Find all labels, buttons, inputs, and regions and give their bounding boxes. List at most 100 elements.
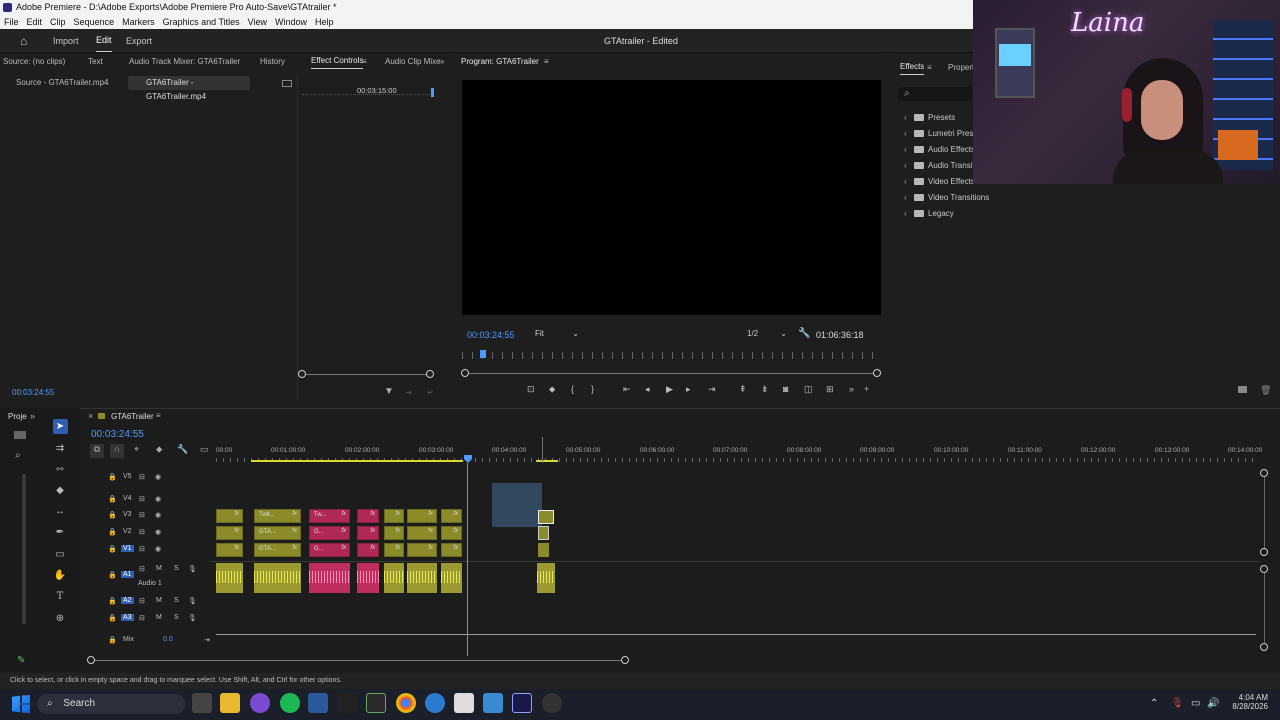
clip-v1[interactable]: fx	[441, 543, 462, 557]
eye-icon[interactable]: ◉	[155, 545, 161, 553]
clip-v1[interactable]: GTA... fx	[254, 543, 301, 557]
lock-icon[interactable]: 🔒	[108, 571, 117, 579]
panel-toggle-icon[interactable]	[282, 80, 292, 87]
clip-v1[interactable]: fx	[216, 543, 243, 557]
clip-v3[interactable]: Tw... fx	[309, 509, 350, 523]
more-tabs-icon[interactable]: »	[440, 54, 444, 70]
timeline-timecode[interactable]: 00:03:24:55	[91, 429, 144, 440]
solo-button[interactable]: S	[174, 614, 179, 621]
audio-clip[interactable]	[384, 563, 404, 593]
add-marker-timeline-icon[interactable]: ⬥	[156, 444, 162, 455]
task-view-icon[interactable]	[192, 693, 212, 713]
project-scrollbar[interactable]	[22, 474, 26, 624]
clip-v3[interactable]: fx	[384, 509, 404, 523]
step-back-icon[interactable]: ◂	[645, 384, 650, 395]
timeline-zoom-scrollbar[interactable]	[91, 660, 625, 661]
mark-out-icon[interactable]: }	[591, 384, 594, 394]
program-playhead[interactable]	[480, 350, 486, 358]
subtab-source[interactable]: Source - GTA6Trailer.mp4	[16, 78, 108, 87]
lock-icon[interactable]: 🔒	[108, 597, 117, 605]
menu-markers[interactable]: Markers	[118, 15, 159, 29]
clip-v2[interactable]: G... fx	[309, 526, 350, 540]
ripple-edit-tool-icon[interactable]: ⇿	[53, 463, 67, 477]
effects-item-audio-effects[interactable]: › Audio Effects	[904, 143, 975, 157]
effects-item-lumetri[interactable]: › Lumetri Prese	[904, 127, 978, 141]
xbox-icon[interactable]	[366, 693, 386, 713]
effects-item-video-effects[interactable]: › Video Effects	[904, 175, 975, 189]
lock-icon[interactable]: 🔒	[108, 511, 117, 519]
rectangle-tool-icon[interactable]: ▭	[53, 548, 67, 562]
eye-icon[interactable]: ◉	[155, 495, 161, 503]
ec-zoom-handle-left[interactable]	[298, 370, 306, 378]
more-controls-icon[interactable]: »	[849, 384, 854, 394]
mic-icon[interactable]: 🎙	[188, 597, 197, 605]
menu-file[interactable]: File	[0, 15, 23, 29]
mute-button[interactable]: M	[156, 597, 162, 604]
eye-icon[interactable]: ◉	[155, 511, 161, 519]
eye-icon[interactable]: ◉	[155, 528, 161, 536]
mark-in-icon[interactable]: {	[571, 384, 574, 394]
sync-icon[interactable]: ⊟	[139, 511, 145, 519]
comparison-icon[interactable]: ◫	[804, 384, 813, 395]
captions-icon[interactable]: ▭	[200, 444, 209, 455]
tab-program[interactable]: Program: GTA6Trailer	[461, 54, 539, 70]
zoom-handle-left[interactable]	[87, 656, 95, 664]
tray-chevron-icon[interactable]: ⌃	[1150, 698, 1158, 709]
clip-v3[interactable]: fx	[407, 509, 437, 523]
clip-v1[interactable]: fx	[407, 543, 437, 557]
sync-icon[interactable]: ⊟	[139, 473, 145, 481]
track-select-tool-icon[interactable]: ⇉	[53, 442, 67, 456]
snap-icon[interactable]: ∩	[110, 444, 124, 458]
program-zoom-right[interactable]	[873, 369, 881, 377]
ec-zoom-handle-right[interactable]	[426, 370, 434, 378]
effects-item-legacy[interactable]: › Legacy	[904, 207, 954, 221]
lift-icon[interactable]: ⇞	[739, 384, 747, 395]
audio-clip[interactable]	[441, 563, 462, 593]
type-tool-icon[interactable]: T	[53, 590, 67, 604]
ec-playhead[interactable]	[431, 88, 434, 97]
fit-dropdown[interactable]: Fit ⌄	[535, 329, 579, 341]
clock[interactable]: 4:04 AM 8/28/2026	[1228, 693, 1268, 711]
menu-view[interactable]: View	[244, 15, 271, 29]
wrench-icon[interactable]: 🔧	[798, 328, 810, 339]
close-sequence-icon[interactable]: ×	[88, 411, 93, 421]
linked-select-icon[interactable]: ⌖	[134, 444, 139, 455]
menu-edit[interactable]: Edit	[23, 15, 47, 29]
tab-audio-track-mixer[interactable]: Audio Track Mixer: GTA6Trailer	[129, 54, 240, 70]
effects-item-video-transitions[interactable]: › Video Transitions	[904, 191, 989, 205]
marker-icon[interactable]: ⬥	[549, 384, 555, 395]
audio-tracks-scrollbar[interactable]	[1264, 566, 1265, 648]
project-panel-icon[interactable]	[14, 431, 26, 439]
menu-graphics[interactable]: Graphics and Titles	[159, 15, 244, 29]
mute-button[interactable]: M	[156, 614, 162, 621]
extract-icon[interactable]: ⇟	[761, 384, 769, 395]
menu-sequence[interactable]: Sequence	[70, 15, 119, 29]
effects-menu-icon[interactable]: ≡	[927, 60, 932, 76]
program-time-ruler[interactable]	[462, 352, 881, 359]
effects-item-presets[interactable]: › Presets	[904, 111, 955, 125]
app2-icon[interactable]	[483, 693, 503, 713]
clip-v2[interactable]: fx	[357, 526, 379, 540]
tab-history[interactable]: History	[260, 54, 285, 70]
steam-icon[interactable]	[308, 693, 328, 713]
play-icon[interactable]: ▶	[666, 384, 673, 395]
discord-icon[interactable]	[250, 693, 270, 713]
clip-v1[interactable]: G... fx	[309, 543, 350, 557]
program-timecode[interactable]: 00:03:24:55	[467, 330, 515, 340]
add-button-icon[interactable]: +	[864, 384, 869, 394]
camera-icon[interactable]: ◙	[783, 384, 788, 394]
razor-tool-icon[interactable]: ◆	[53, 484, 67, 498]
sync-icon[interactable]: ⊟	[139, 495, 145, 503]
selection-tool-icon[interactable]: ➤	[53, 420, 67, 434]
volume-icon[interactable]: 🔊	[1207, 698, 1219, 709]
go-to-in-icon[interactable]: ⇤	[623, 384, 631, 395]
mic-icon[interactable]: 🎙	[188, 565, 197, 573]
mic-tray-icon[interactable]: 🎙	[1171, 698, 1184, 709]
multicam-icon[interactable]: ⊞	[826, 384, 834, 395]
edit-tab[interactable]: Edit	[96, 29, 112, 52]
video-tracks-scrollbar[interactable]	[1264, 469, 1265, 554]
audio-clip[interactable]	[357, 563, 379, 593]
clip-v2[interactable]: fx	[441, 526, 462, 540]
clip-v3[interactable]: fx	[357, 509, 379, 523]
audio-clip-dragging[interactable]	[537, 563, 555, 593]
